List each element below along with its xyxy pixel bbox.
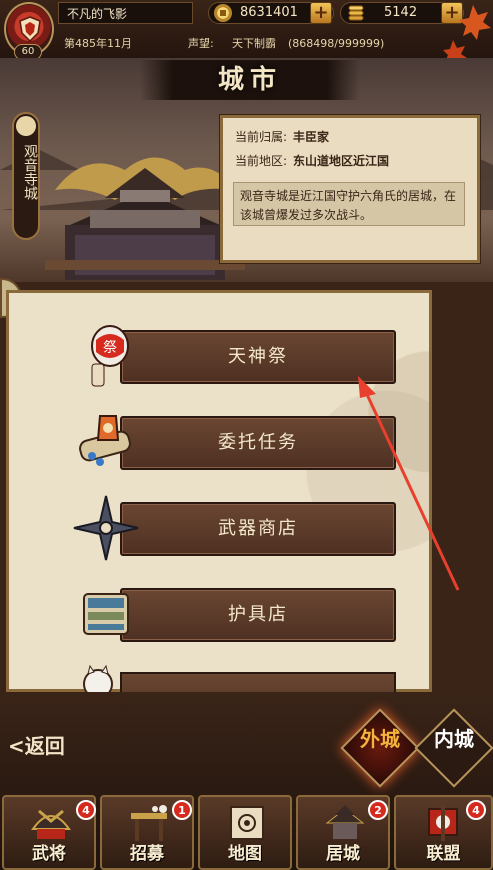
armor-icon xyxy=(83,593,129,635)
city-name-tag: 观音寺城 xyxy=(12,112,40,240)
badge-castle: 2 xyxy=(368,800,388,820)
coin-icon xyxy=(214,4,232,22)
badge-alliance: 4 xyxy=(466,800,486,820)
city-description: 观音寺城是近江国守护六角氏的居城，在该城曾爆发过多次战斗。 xyxy=(233,182,465,226)
recruit-banner-icon xyxy=(131,805,167,841)
region-value: 东山道地区近江国 xyxy=(293,154,390,168)
player-name: 不凡的飞影 xyxy=(58,2,193,24)
tab-label: 招募 xyxy=(130,844,164,864)
reputation-value: (868498/999999) xyxy=(288,37,385,50)
svg-text:祭: 祭 xyxy=(103,340,117,356)
castle-icon xyxy=(325,805,365,839)
menu-item-armor-shop[interactable]: 护具店 xyxy=(120,588,396,642)
menu-item-label: 天神祭 xyxy=(228,346,288,367)
shuriken-icon xyxy=(73,495,139,561)
tab-label: 地图 xyxy=(228,844,262,864)
page-title: 城市 xyxy=(217,65,282,95)
reputation-title: 天下制霸 xyxy=(232,37,276,50)
owner-row: 当前归属: 丰臣家 xyxy=(235,128,329,145)
lucky-cat-icon xyxy=(83,664,113,692)
back-label: 返回 xyxy=(24,734,65,758)
gold-value: 5142 xyxy=(384,5,418,20)
badge-recruit: 1 xyxy=(172,800,192,820)
castle-illustration xyxy=(45,157,245,280)
reputation-label: 声望: xyxy=(188,37,214,50)
owner-label: 当前归属: xyxy=(235,130,288,144)
coin-value: 8631401 xyxy=(240,5,298,20)
scroll-task-icon xyxy=(79,415,131,466)
alliance-banner-icon xyxy=(428,805,458,841)
region-row: 当前地区: 东山道地区近江国 xyxy=(235,152,389,169)
gold-ingot-icon xyxy=(348,5,364,21)
tab-label: 居城 xyxy=(326,844,360,864)
tab-label: 联盟 xyxy=(426,844,461,864)
samurai-helmet-icon xyxy=(31,809,71,839)
back-button[interactable]: <返回 xyxy=(0,726,80,766)
city-name: 观音寺城 xyxy=(22,144,38,200)
clan-mon-icon xyxy=(16,116,36,136)
city-info-panel: 当前归属: 丰臣家 当前地区: 东山道地区近江国 观音寺城是近江国守护六角氏的居城，… xyxy=(219,114,481,264)
inner-city-label: 内城 xyxy=(434,727,474,751)
map-scroll-icon xyxy=(230,806,264,840)
tab-map[interactable]: 地图 xyxy=(198,795,292,870)
menu-item-label: 护具店 xyxy=(228,604,288,625)
clan-crest-icon xyxy=(19,16,41,42)
game-date: 第485年11月 xyxy=(64,37,132,50)
chevron-left-icon: < xyxy=(8,734,25,758)
badge-generals: 4 xyxy=(76,800,96,820)
outer-city-label: 外城 xyxy=(360,727,400,751)
menu-item-partial xyxy=(120,672,396,692)
festival-lantern-icon: 祭 xyxy=(91,325,129,387)
tab-label: 武将 xyxy=(32,844,66,864)
owner-value: 丰臣家 xyxy=(293,130,330,144)
annotation-arrow xyxy=(358,376,460,591)
add-coins-button[interactable]: + xyxy=(310,2,332,24)
region-label: 当前地区: xyxy=(235,154,288,168)
